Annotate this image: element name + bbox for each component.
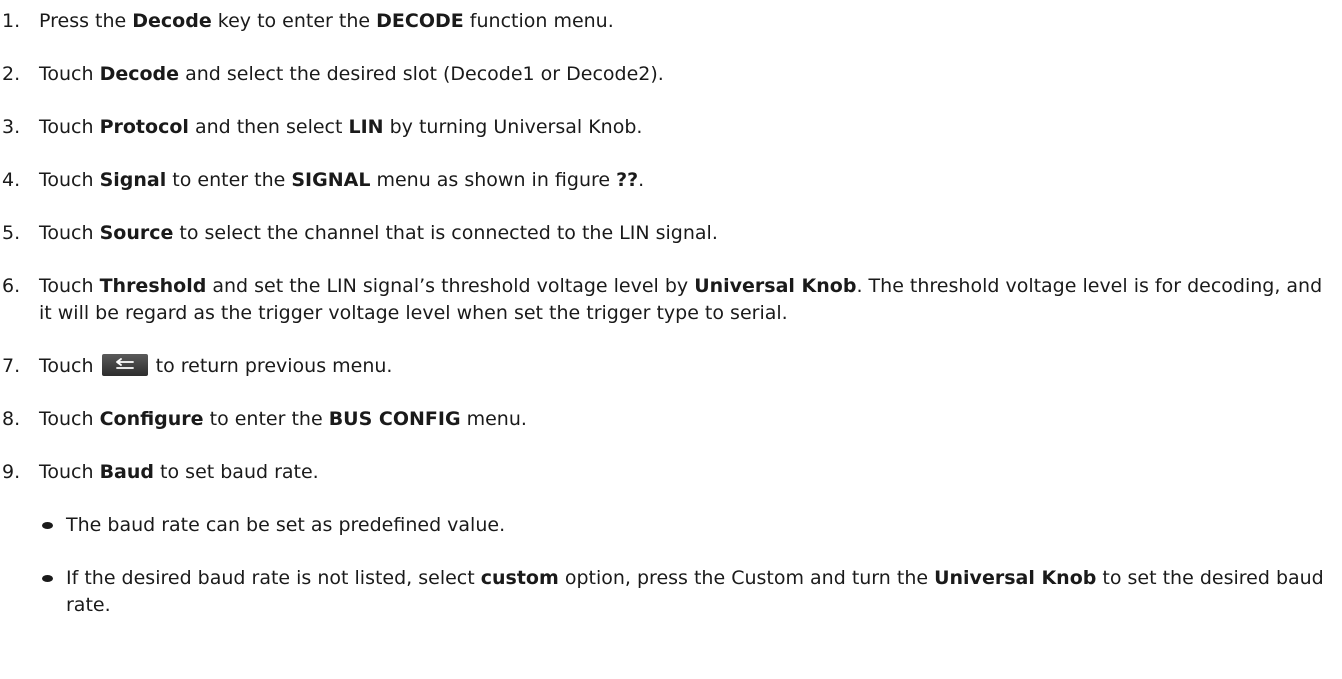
step-5: 5. Touch Source to select the channel tha… <box>0 220 1340 247</box>
threshold-option-label: Threshold <box>99 275 207 297</box>
step-1: 1. Press the Decode key to enter the DECO… <box>0 8 1340 35</box>
step-9: 9. Touch Baud to set baud rate. The baud … <box>0 459 1340 619</box>
universal-knob-label: Universal Knob <box>694 275 857 297</box>
decode-menu-label: DECODE <box>376 10 464 32</box>
step-text: by turning Universal Knob. <box>383 116 643 138</box>
source-option-label: Source <box>99 222 174 244</box>
step-text: to set baud rate. <box>154 461 319 483</box>
step-number: 5. <box>2 222 21 244</box>
step-number: 1. <box>2 10 21 32</box>
sub-bullet-item: If the desired baud rate is not listed, … <box>39 565 1340 619</box>
step-text: to enter the <box>166 169 292 191</box>
bullet-text: option, press the Custom and turn the <box>558 567 935 589</box>
baud-option-label: Baud <box>99 461 155 483</box>
step-number: 2. <box>2 63 21 85</box>
step-text: Touch <box>39 222 100 244</box>
step-text: Touch <box>39 461 100 483</box>
step-2: 2. Touch Decode and select the desired sl… <box>0 61 1340 88</box>
step-list: 1. Press the Decode key to enter the DECO… <box>0 8 1340 645</box>
step-number: 8. <box>2 408 21 430</box>
step-text: menu. <box>460 408 527 430</box>
figure-reference[interactable]: ?? <box>616 169 638 191</box>
custom-option-label: custom <box>480 567 559 589</box>
signal-option-label: Signal <box>99 169 167 191</box>
step-text: and set the LIN signal’s threshold volta… <box>206 275 695 297</box>
step-number: 4. <box>2 169 21 191</box>
step-text: key to enter the <box>211 10 377 32</box>
universal-knob-label: Universal Knob <box>934 567 1097 589</box>
step-text: Touch <box>39 63 100 85</box>
bullet-icon <box>42 575 53 582</box>
signal-menu-label: SIGNAL <box>291 169 371 191</box>
step-text: to select the channel that is connected … <box>173 222 718 244</box>
step-number: 6. <box>2 275 21 297</box>
document-page: 1. Press the Decode key to enter the DECO… <box>0 0 1342 679</box>
decode-key-label: Decode <box>132 10 212 32</box>
lin-label: LIN <box>348 116 384 138</box>
bus-config-menu-label: BUS CONFIG <box>328 408 461 430</box>
step-text: to enter the <box>203 408 329 430</box>
step-text: Touch <box>39 275 100 297</box>
protocol-option-label: Protocol <box>99 116 189 138</box>
bullet-text: If the desired baud rate is not listed, … <box>66 567 481 589</box>
step-text: Touch <box>39 169 100 191</box>
step-8: 8. Touch Configure to enter the BUS CONFI… <box>0 406 1340 433</box>
step-text: Press the <box>39 10 133 32</box>
step-text: Touch <box>39 355 100 377</box>
bullet-icon <box>42 522 53 529</box>
step-text: Touch <box>39 408 100 430</box>
baud-sub-list: The baud rate can be set as predefined v… <box>39 512 1340 619</box>
step-text: . <box>638 169 645 191</box>
step-text: function menu. <box>463 10 614 32</box>
step-number: 3. <box>2 116 21 138</box>
step-number: 9. <box>2 461 21 483</box>
step-text: and select the desired slot (Decode1 or … <box>179 63 664 85</box>
decode-option-label: Decode <box>99 63 180 85</box>
return-arrow-icon <box>101 354 148 376</box>
step-3: 3. Touch Protocol and then select LIN by … <box>0 114 1340 141</box>
step-text: menu as shown in figure <box>370 169 617 191</box>
step-6: 6. Touch Threshold and set the LIN signal… <box>0 273 1340 327</box>
sub-bullet-item: The baud rate can be set as predefined v… <box>39 512 1340 539</box>
step-7: 7. Touch to return previous menu. <box>0 353 1340 380</box>
step-4: 4. Touch Signal to enter the SIGNAL menu … <box>0 167 1340 194</box>
configure-option-label: Configure <box>99 408 204 430</box>
step-number: 7. <box>2 355 21 377</box>
bullet-text: The baud rate can be set as predefined v… <box>66 514 506 536</box>
step-text: to return previous menu. <box>149 355 393 377</box>
step-text: and then select <box>188 116 349 138</box>
step-text: Touch <box>39 116 100 138</box>
